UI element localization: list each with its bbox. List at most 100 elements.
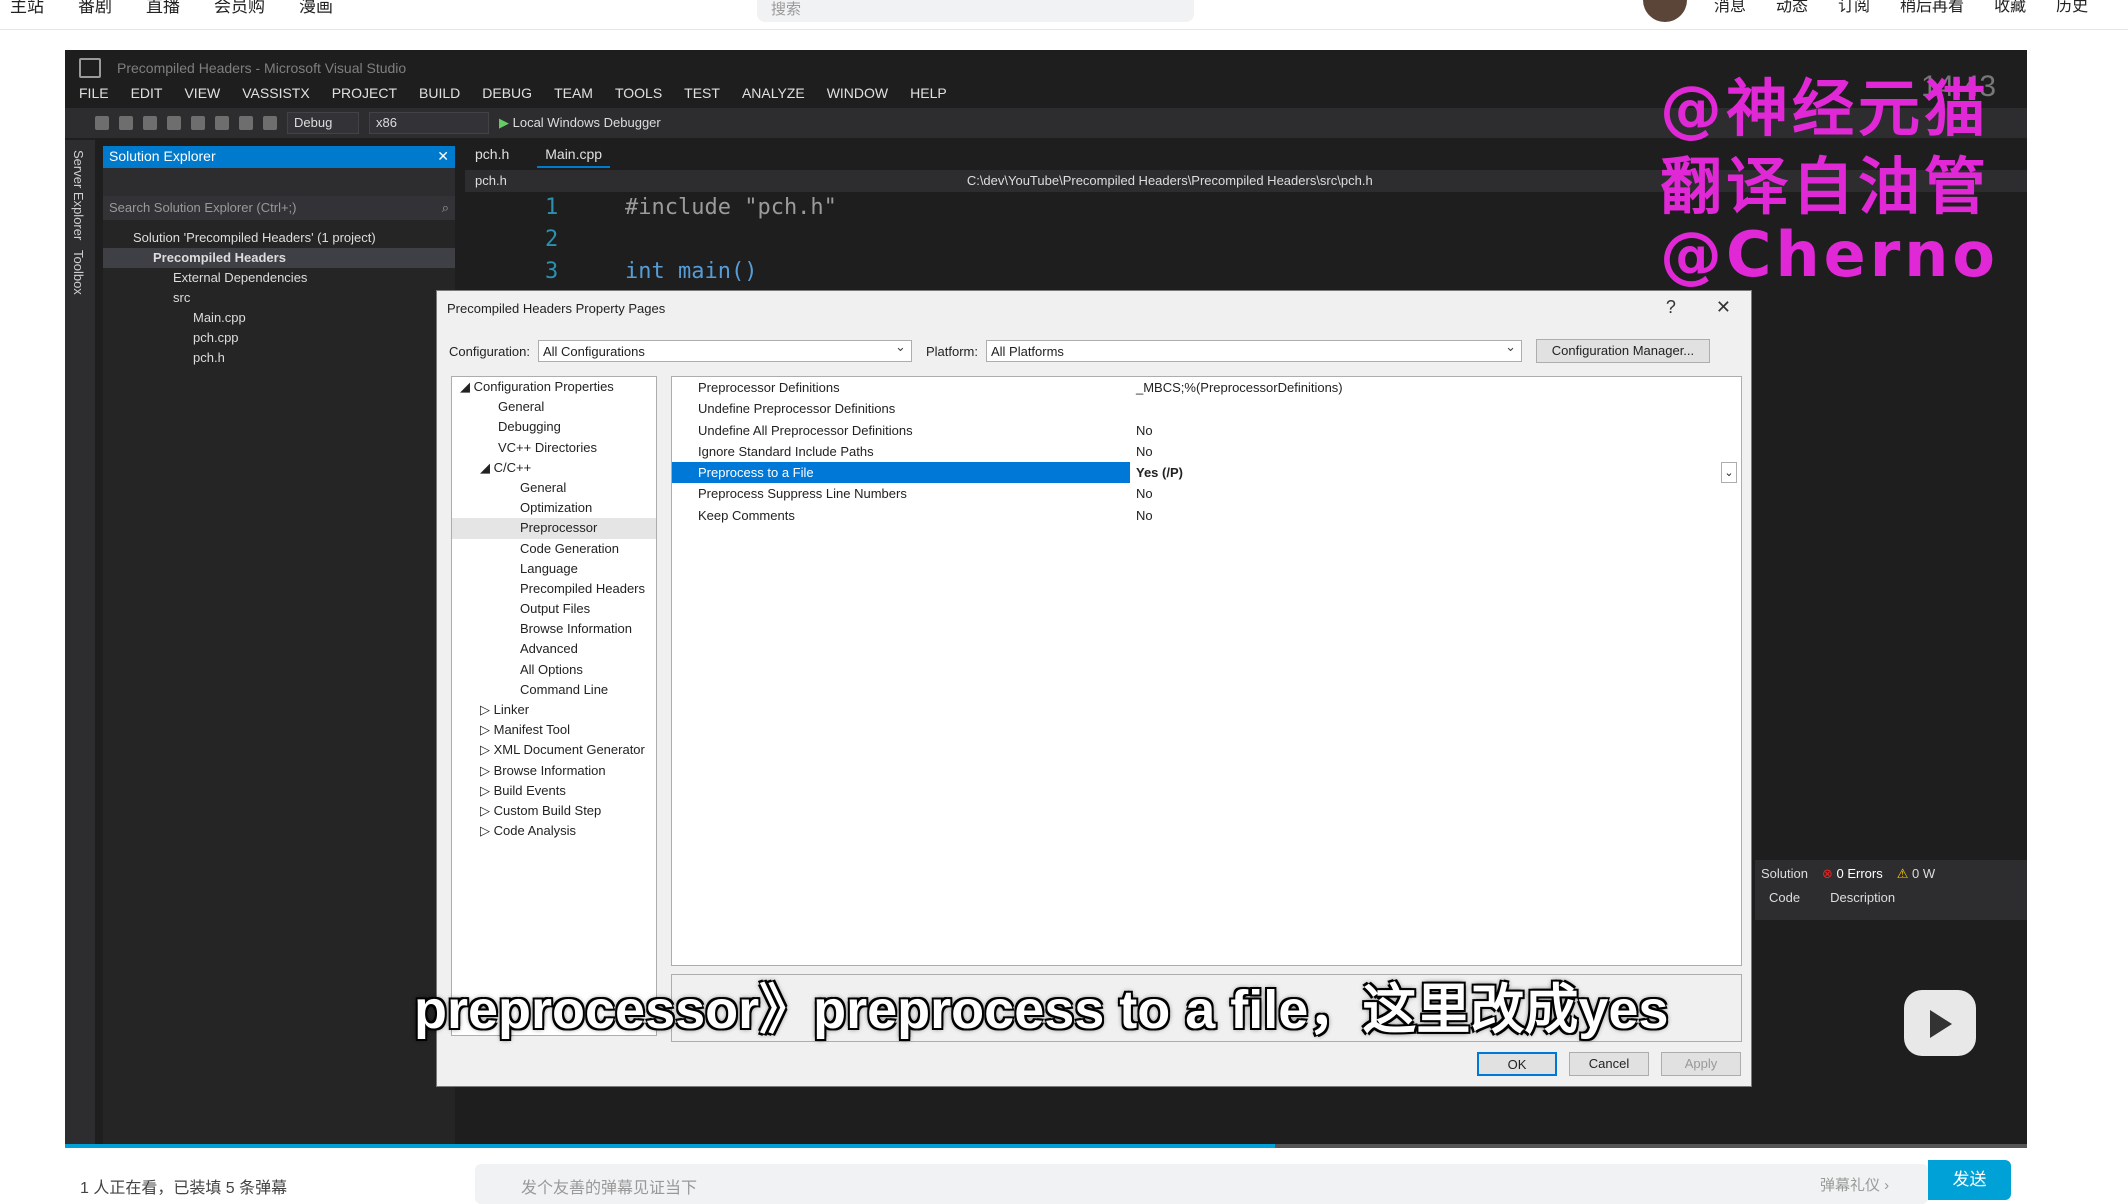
tree-item-src[interactable]: src xyxy=(103,288,455,308)
redo-icon[interactable] xyxy=(263,116,277,130)
nav-live[interactable]: 直播 xyxy=(146,0,180,17)
chevron-down-icon[interactable]: ⌄ xyxy=(1721,462,1737,484)
tree-item[interactable]: ▷ Manifest Tool xyxy=(452,720,656,740)
tree-item-preprocessor[interactable]: Preprocessor xyxy=(452,518,656,539)
tree-item[interactable]: ▷ XML Document Generator xyxy=(452,740,656,760)
nav-home[interactable]: 主站 xyxy=(10,0,44,17)
nav-subscriptions[interactable]: 订阅 xyxy=(1838,0,1870,16)
cancel-button[interactable]: Cancel xyxy=(1569,1052,1649,1076)
menu-help[interactable]: HELP xyxy=(910,85,947,101)
property-row[interactable]: Undefine Preprocessor Definitions xyxy=(672,398,1741,419)
tree-item[interactable]: ◢ C/C++ xyxy=(452,458,656,478)
property-row[interactable]: Undefine All Preprocessor Definitions No xyxy=(672,420,1741,441)
tab-server-explorer[interactable]: Server Explorer xyxy=(71,150,86,240)
apply-button[interactable]: Apply xyxy=(1661,1052,1741,1076)
tab-pch-h[interactable]: pch.h xyxy=(475,146,509,168)
tree-item[interactable]: Debugging xyxy=(452,417,656,437)
menu-debug[interactable]: DEBUG xyxy=(482,85,532,101)
nav-favorites[interactable]: 收藏 xyxy=(1994,0,2026,16)
save-all-icon[interactable] xyxy=(215,116,229,130)
menu-view[interactable]: VIEW xyxy=(184,85,220,101)
back-icon[interactable] xyxy=(95,116,109,130)
menu-build[interactable]: BUILD xyxy=(419,85,460,101)
tree-item-pch-cpp[interactable]: pch.cpp xyxy=(103,328,455,348)
property-row-preprocess-to-file[interactable]: Preprocess to a File Yes (/P) ⌄ xyxy=(672,462,1741,484)
search-input[interactable]: 搜索 xyxy=(757,0,1194,22)
nav-manga[interactable]: 漫画 xyxy=(299,0,333,17)
solution-search-input[interactable]: Search Solution Explorer (Ctrl+;) ⌕ xyxy=(103,196,455,220)
property-row[interactable]: Preprocessor Definitions _MBCS;%(Preproce… xyxy=(672,377,1741,398)
nav-anime[interactable]: 番剧 xyxy=(78,0,112,17)
tree-item[interactable]: ◢ Configuration Properties xyxy=(452,377,656,397)
platform-select[interactable]: All Platforms xyxy=(985,339,1522,362)
menu-analyze[interactable]: ANALYZE xyxy=(742,85,805,101)
errors-filter[interactable]: ⊗ 0 Errors xyxy=(1822,866,1883,882)
nav-scope[interactable]: pch.h xyxy=(475,173,507,189)
forward-icon[interactable] xyxy=(119,116,133,130)
nav-watch-later[interactable]: 稍后再看 xyxy=(1900,0,1964,16)
property-row[interactable]: Keep Comments No xyxy=(672,505,1741,526)
tree-item[interactable]: VC++ Directories xyxy=(452,438,656,458)
nav-dynamic[interactable]: 动态 xyxy=(1776,0,1808,16)
column-description[interactable]: Description xyxy=(1830,890,1895,905)
tree-item[interactable]: General xyxy=(452,478,656,498)
config-select[interactable]: Debug xyxy=(287,112,359,134)
tree-item-project[interactable]: Precompiled Headers xyxy=(103,248,455,268)
solution-tree: Solution 'Precompiled Headers' (1 projec… xyxy=(103,220,455,368)
close-icon[interactable]: ✕ xyxy=(437,148,449,166)
tree-item-solution[interactable]: Solution 'Precompiled Headers' (1 projec… xyxy=(103,228,455,248)
tree-item[interactable]: Browse Information xyxy=(452,619,656,639)
tree-item-main-cpp[interactable]: Main.cpp xyxy=(103,308,455,328)
new-project-icon[interactable] xyxy=(143,116,157,130)
tree-item[interactable]: Advanced xyxy=(452,639,656,659)
nav-shop[interactable]: 会员购 xyxy=(214,0,265,17)
avatar[interactable] xyxy=(1643,0,1687,22)
ok-button[interactable]: OK xyxy=(1477,1052,1557,1076)
menu-window[interactable]: WINDOW xyxy=(827,85,888,101)
nav-messages[interactable]: 消息 xyxy=(1714,0,1746,16)
tree-item[interactable]: ▷ Linker xyxy=(452,700,656,720)
tree-item[interactable]: ▷ Browse Information xyxy=(452,761,656,781)
column-code[interactable]: Code xyxy=(1769,890,1800,905)
tree-item[interactable]: General xyxy=(452,397,656,417)
error-scope-select[interactable]: Solution xyxy=(1761,866,1808,882)
tree-item[interactable]: Precompiled Headers xyxy=(452,579,656,599)
menu-test[interactable]: TEST xyxy=(684,85,720,101)
tab-main-cpp[interactable]: Main.cpp xyxy=(537,146,611,168)
warnings-filter[interactable]: ⚠ 0 W xyxy=(1897,866,1935,882)
menu-project[interactable]: PROJECT xyxy=(332,85,397,101)
platform-select[interactable]: x86 xyxy=(369,112,489,134)
help-button[interactable]: ? xyxy=(1666,297,1676,318)
tree-item[interactable]: Output Files xyxy=(452,599,656,619)
tree-item[interactable]: Language xyxy=(452,559,656,579)
danmaku-input[interactable]: 发个友善的弹幕见证当下 xyxy=(475,1164,1928,1204)
configuration-select[interactable]: All Configurations xyxy=(537,339,912,362)
tree-item[interactable]: All Options xyxy=(452,660,656,680)
tab-toolbox[interactable]: Toolbox xyxy=(71,250,86,295)
property-row[interactable]: Ignore Standard Include Paths No xyxy=(672,441,1741,462)
tree-item[interactable]: ▷ Build Events xyxy=(452,781,656,801)
tree-item[interactable]: Code Generation xyxy=(452,539,656,559)
close-button[interactable]: ✕ xyxy=(1716,297,1731,318)
menu-vassistx[interactable]: VASSISTX xyxy=(242,85,309,101)
menu-team[interactable]: TEAM xyxy=(554,85,593,101)
danmaku-etiquette-link[interactable]: 弹幕礼仪 › xyxy=(1820,1174,1889,1195)
undo-icon[interactable] xyxy=(239,116,253,130)
send-button[interactable]: 发送 xyxy=(1928,1160,2011,1200)
menu-tools[interactable]: TOOLS xyxy=(615,85,662,101)
tree-item[interactable]: ▷ Custom Build Step xyxy=(452,801,656,821)
start-debugger-button[interactable]: ▶ Local Windows Debugger xyxy=(499,115,661,131)
tree-item-external-deps[interactable]: External Dependencies xyxy=(103,268,455,288)
progress-bar[interactable] xyxy=(65,1144,2027,1148)
tree-item[interactable]: Optimization xyxy=(452,498,656,518)
configuration-manager-button[interactable]: Configuration Manager... xyxy=(1535,339,1710,363)
tree-item-pch-h[interactable]: pch.h xyxy=(103,348,455,368)
nav-history[interactable]: 历史 xyxy=(2056,0,2088,16)
menu-file[interactable]: FILE xyxy=(79,85,109,101)
menu-edit[interactable]: EDIT xyxy=(131,85,163,101)
tree-item[interactable]: ▷ Code Analysis xyxy=(452,821,656,841)
save-icon[interactable] xyxy=(191,116,205,130)
open-icon[interactable] xyxy=(167,116,181,130)
property-row[interactable]: Preprocess Suppress Line Numbers No xyxy=(672,483,1741,504)
tree-item[interactable]: Command Line xyxy=(452,680,656,700)
